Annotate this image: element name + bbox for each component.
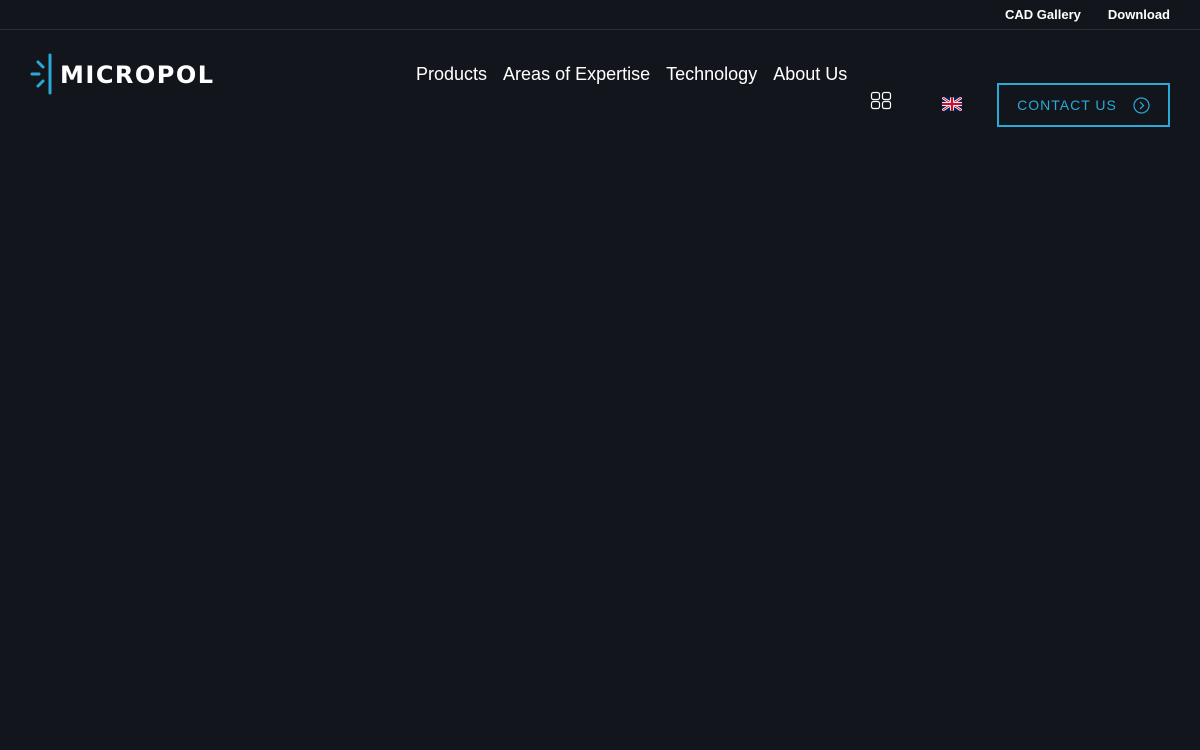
micropol-logo[interactable]: MICROPOL (30, 53, 215, 97)
uk-flag-icon[interactable] (942, 97, 962, 111)
logo-wordmark: MICROPOL (60, 61, 215, 89)
nav-item-technology[interactable]: Technology (666, 64, 757, 84)
nav-item-about-us[interactable]: About Us (773, 64, 847, 84)
contact-us-label: CONTACT US (1017, 97, 1117, 113)
hero-area (0, 119, 1200, 749)
top-utility-bar: CAD Gallery Download (0, 0, 1200, 30)
nav-item-products[interactable]: Products (416, 64, 487, 84)
contact-us-button[interactable]: CONTACT US (997, 83, 1170, 127)
main-nav: Products Areas of Expertise Technology A… (416, 64, 863, 84)
download-link[interactable]: Download (1108, 0, 1170, 30)
circle-arrow-right-icon (1133, 96, 1150, 114)
logo-burst-icon (30, 53, 52, 95)
main-header: MICROPOL Products Areas of Expertise Tec… (0, 30, 1200, 127)
cad-gallery-link[interactable]: CAD Gallery (1005, 0, 1081, 30)
nav-item-areas-of-expertise[interactable]: Areas of Expertise (503, 64, 650, 84)
grid-menu-icon[interactable] (870, 91, 892, 111)
